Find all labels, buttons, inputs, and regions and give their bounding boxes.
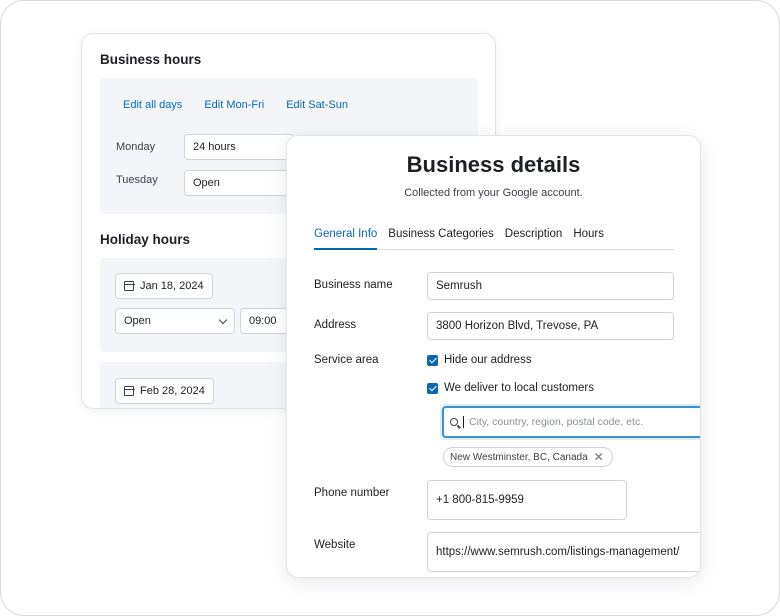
search-icon — [450, 418, 458, 426]
business-hours-title: Business hours — [100, 52, 202, 67]
deliver-local-option[interactable]: We deliver to local customers — [427, 382, 594, 394]
holiday-date: Jan 18, 2024 — [140, 280, 204, 292]
service-area-label: Service area — [314, 354, 379, 366]
day-hours-select[interactable]: 24 hours — [184, 134, 294, 160]
day-hours-select[interactable]: Open — [184, 170, 294, 196]
checkbox-checked[interactable] — [427, 382, 438, 394]
business-name-label: Business name — [314, 279, 393, 291]
deliver-local-label: We deliver to local customers — [444, 382, 594, 394]
hours-edit-links: Edit all days Edit Mon-Fri Edit Sat-Sun — [123, 99, 348, 111]
tab-business-categories[interactable]: Business Categories — [388, 226, 493, 250]
screenshot-frame: Business hours Edit all days Edit Mon-Fr… — [0, 0, 780, 616]
edit-sat-sun-link[interactable]: Edit Sat-Sun — [286, 99, 348, 111]
website-input[interactable]: https://www.semrush.com/listings-managem… — [427, 532, 700, 572]
business-details-title: Business details — [406, 152, 581, 177]
tab-hours[interactable]: Hours — [573, 226, 604, 250]
tab-description[interactable]: Description — [505, 226, 563, 250]
phone-number-label: Phone number — [314, 487, 390, 499]
address-input[interactable]: 3800 Horizon Blvd, Trevose, PA — [427, 312, 674, 340]
service-area-search-input[interactable]: City, country, region, postal code, etc. — [442, 406, 700, 438]
text-caret — [463, 416, 464, 428]
holiday-date-picker[interactable]: Jan 18, 2024 — [115, 273, 213, 299]
edit-mon-fri-link[interactable]: Edit Mon-Fri — [204, 99, 264, 111]
phone-number-input[interactable]: +1 800-815-9959 — [427, 480, 627, 520]
search-placeholder: City, country, region, postal code, etc. — [469, 416, 644, 428]
website-label: Website — [314, 539, 356, 551]
business-details-subtitle: Collected from your Google account. — [404, 187, 583, 199]
hide-address-label: Hide our address — [444, 354, 532, 366]
day-label: Monday — [116, 141, 156, 153]
day-label: Tuesday — [116, 174, 158, 186]
holiday-time-value: 09:00 — [249, 315, 277, 327]
business-name-input[interactable]: Semrush — [427, 272, 674, 300]
edit-all-days-link[interactable]: Edit all days — [123, 99, 182, 111]
details-tabs: General Info Business Categories Descrip… — [314, 226, 674, 250]
day-row-tuesday: Tuesday Open — [116, 170, 294, 196]
close-icon[interactable]: ✕ — [594, 451, 604, 463]
service-area-chip: New Westminster, BC, Canada ✕ — [443, 447, 613, 467]
business-details-card: Business details Collected from your Goo… — [286, 135, 701, 578]
tab-general-info[interactable]: General Info — [314, 226, 378, 250]
holiday-status-select[interactable]: Open — [115, 308, 235, 334]
calendar-icon — [123, 386, 135, 396]
checkbox-checked[interactable] — [427, 354, 438, 366]
hide-address-option[interactable]: Hide our address — [427, 354, 532, 366]
holiday-date: Feb 28, 2024 — [140, 385, 205, 397]
service-area-chip-label: New Westminster, BC, Canada — [450, 451, 588, 463]
holiday-hours-title: Holiday hours — [100, 232, 191, 247]
holiday-date-picker[interactable]: Feb 28, 2024 — [115, 378, 214, 404]
holiday-status-value: Open — [124, 315, 151, 327]
day-row-monday: Monday 24 hours — [116, 134, 294, 160]
address-label: Address — [314, 319, 357, 331]
chevron-down-icon — [218, 315, 228, 324]
calendar-icon — [123, 281, 135, 291]
